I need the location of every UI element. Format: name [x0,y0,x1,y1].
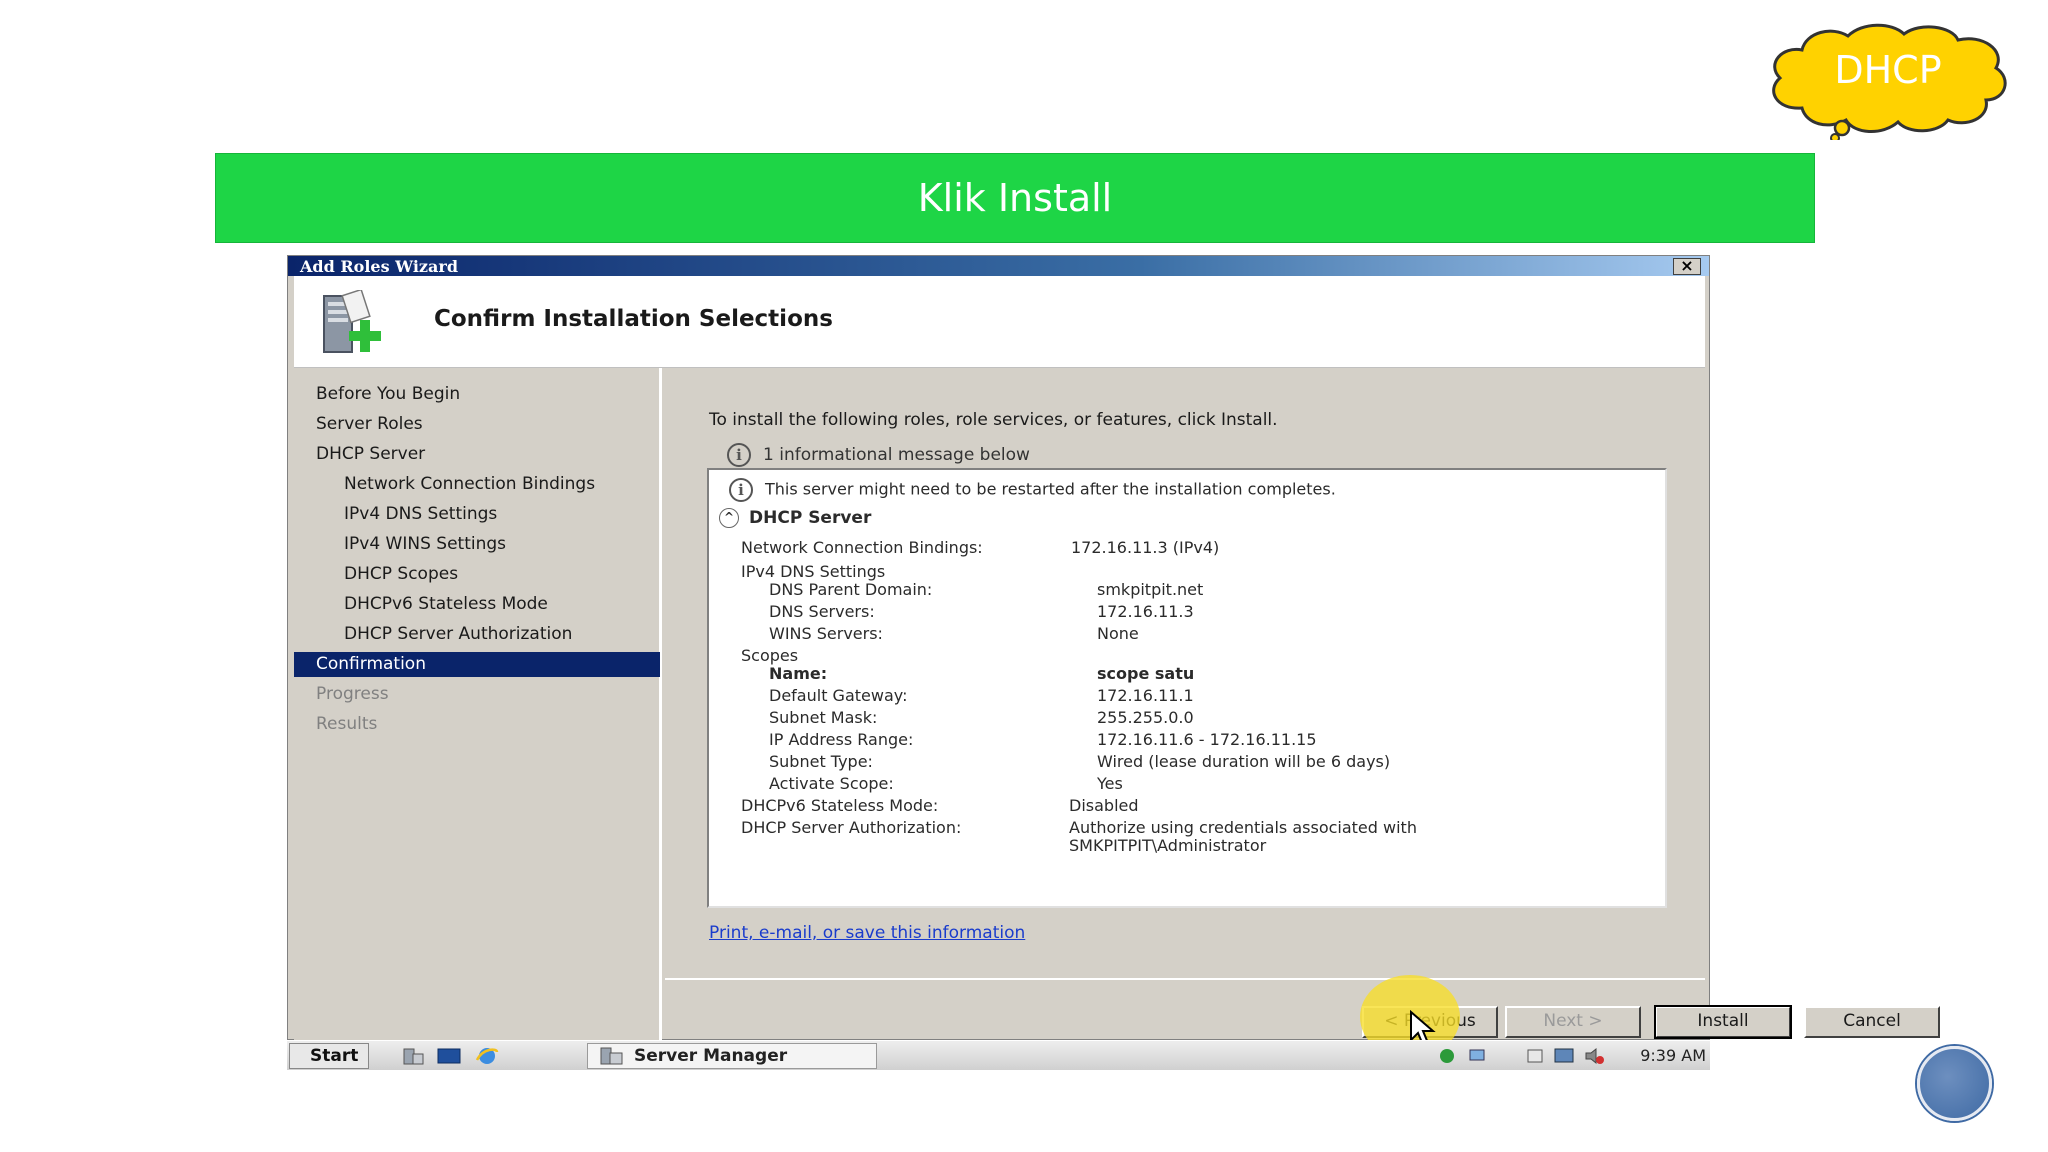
close-button[interactable]: × [1673,258,1701,275]
security-tray-icon[interactable] [1437,1047,1459,1065]
nav-ipv4-wins-settings[interactable]: IPv4 WINS Settings [294,532,660,557]
wizard-nav: Before You Begin Server Roles DHCP Serve… [294,368,662,1041]
wins-servers-label: WINS Servers: [769,624,883,643]
section-title: DHCP Server [749,508,872,528]
nav-dhcp-server[interactable]: DHCP Server [294,442,660,467]
network-tray-icon[interactable] [1467,1047,1489,1065]
server-roles-icon [323,290,381,353]
instruction-banner: Klik Install [215,153,1815,243]
gateway-value: 172.16.11.1 [1097,686,1194,705]
ip-range-label: IP Address Range: [769,730,914,749]
slide-nav-button[interactable] [1917,1046,1992,1121]
dns-servers-value: 172.16.11.3 [1097,602,1194,621]
print-save-link[interactable]: Print, e-mail, or save this information [709,923,1025,943]
wizard-header: Confirm Installation Selections [294,276,1705,368]
subnet-type-label: Subnet Type: [769,752,873,771]
stateless-mode-value: Disabled [1069,796,1139,815]
notification-tray-icon[interactable] [1525,1047,1547,1065]
gateway-label: Default Gateway: [769,686,908,705]
window-title: Add Roles Wizard [300,257,458,276]
bindings-value: 172.16.11.3 (IPv4) [1071,538,1220,557]
ip-range-value: 172.16.11.6 - 172.16.11.15 [1097,730,1317,749]
info-message-text: 1 informational message below [763,445,1030,465]
activate-scope-value: Yes [1097,774,1123,793]
dns-domain-value: smkpitpit.net [1097,580,1204,599]
dns-settings-label: IPv4 DNS Settings [741,562,886,581]
scopes-label: Scopes [741,646,799,665]
nav-ipv4-dns-settings[interactable]: IPv4 DNS Settings [294,502,660,527]
nav-server-roles[interactable]: Server Roles [294,412,660,437]
cancel-button[interactable]: Cancel [1804,1006,1940,1038]
authorization-label: DHCP Server Authorization: [741,818,962,837]
dns-servers-label: DNS Servers: [769,602,875,621]
wins-servers-value: None [1097,624,1139,643]
nav-confirmation[interactable]: Confirmation [294,652,660,677]
server-manager-quicklaunch-icon[interactable] [401,1046,425,1066]
intro-text: To install the following roles, role ser… [709,410,1278,430]
nav-before-you-begin[interactable]: Before You Begin [294,382,660,407]
subnet-mask-value: 255.255.0.0 [1097,708,1194,727]
collapse-icon[interactable]: ^ [719,508,739,528]
dhcp-cloud-badge: DHCP [1762,20,2014,140]
nav-dhcpv6-stateless-mode[interactable]: DHCPv6 Stateless Mode [294,592,660,617]
taskbar-server-manager[interactable]: Server Manager [587,1043,877,1069]
window-titlebar[interactable]: Add Roles Wizard × [288,256,1709,276]
info-icon: i [727,443,751,467]
wizard-content: To install the following roles, role ser… [665,368,1940,1041]
activate-scope-label: Activate Scope: [769,774,894,793]
nav-results: Results [316,714,378,734]
server-manager-icon [600,1047,623,1065]
next-button: Next > [1505,1006,1641,1038]
nav-network-connection-bindings[interactable]: Network Connection Bindings [294,472,660,497]
start-button[interactable]: Start [289,1043,369,1069]
internet-explorer-icon[interactable] [475,1046,499,1066]
stateless-mode-label: DHCPv6 Stateless Mode: [741,796,939,815]
authorization-value-line2: SMKPITPIT\Administrator [1069,836,1267,855]
installation-details-box[interactable]: i This server might need to be restarted … [707,468,1667,908]
info-message-line: i 1 informational message below [727,443,1030,467]
install-button[interactable]: Install [1654,1005,1792,1039]
dhcp-server-section[interactable]: ^ DHCP Server [719,508,871,528]
restart-warning: i This server might need to be restarted … [729,478,1336,502]
bindings-label: Network Connection Bindings: [741,538,983,557]
restart-warning-text: This server might need to be restarted a… [765,479,1336,499]
subnet-mask-label: Subnet Mask: [769,708,878,727]
subnet-type-value: Wired (lease duration will be 6 days) [1097,752,1391,771]
powershell-icon[interactable] [437,1046,461,1066]
scope-name-value: scope satu [1097,664,1195,683]
nav-dhcp-scopes[interactable]: DHCP Scopes [294,562,660,587]
page-title: Confirm Installation Selections [434,306,833,332]
nav-dhcp-server-authorization[interactable]: DHCP Server Authorization [294,622,660,647]
taskbar: Start Server Manager 9:39 AM [287,1040,1710,1070]
scope-name-label: Name: [769,664,828,683]
display-tray-icon[interactable] [1553,1047,1575,1065]
dns-domain-label: DNS Parent Domain: [769,580,933,599]
info-icon: i [729,478,753,502]
authorization-value-line1: Authorize using credentials associated w… [1069,818,1417,837]
nav-progress: Progress [316,684,389,704]
badge-label: DHCP [1834,48,1942,92]
volume-muted-tray-icon[interactable] [1583,1047,1605,1065]
banner-text: Klik Install [917,176,1113,220]
taskbar-clock: 9:39 AM [1640,1046,1706,1065]
footer-divider [665,978,1705,980]
add-roles-wizard-window: Add Roles Wizard × Confirm Installation … [287,255,1940,1041]
taskbar-task-label: Server Manager [634,1046,788,1066]
